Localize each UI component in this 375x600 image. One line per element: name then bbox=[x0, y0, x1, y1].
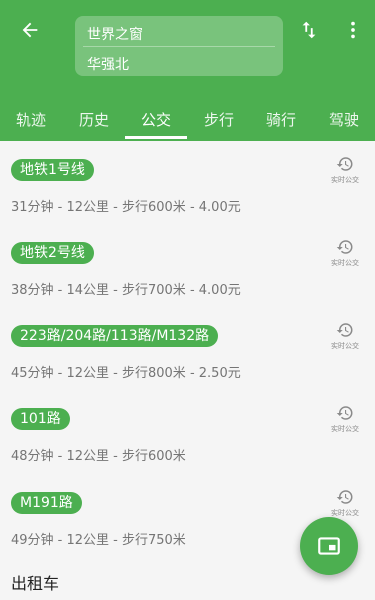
active-tab-indicator bbox=[125, 136, 187, 139]
route-input-box: 世界之窗 华强北 bbox=[75, 16, 283, 76]
history-icon bbox=[336, 490, 353, 504]
route-name-badge: 地铁2号线 bbox=[11, 242, 94, 264]
route-summary: 48分钟 - 12公里 - 步行600米 bbox=[11, 449, 186, 464]
floating-action-button[interactable] bbox=[300, 517, 358, 575]
destination-field[interactable]: 华强北 bbox=[87, 54, 129, 74]
taxi-section-title: 出租车 bbox=[11, 574, 60, 593]
more-vert-icon bbox=[351, 21, 355, 39]
route-item[interactable]: 地铁2号线 38分钟 - 14公里 - 步行700米 - 4.00元 实时公交 bbox=[0, 224, 375, 308]
history-icon bbox=[336, 406, 353, 420]
realtime-label: 实时公交 bbox=[331, 342, 359, 350]
realtime-label: 实时公交 bbox=[331, 259, 359, 267]
route-summary: 38分钟 - 14公里 - 步行700米 - 4.00元 bbox=[11, 283, 241, 298]
realtime-bus-button[interactable]: 实时公交 bbox=[326, 321, 364, 355]
realtime-bus-button[interactable]: 实时公交 bbox=[326, 155, 364, 189]
more-options-button[interactable] bbox=[339, 14, 367, 46]
tab-history[interactable]: 历史 bbox=[63, 98, 125, 141]
swap-button[interactable] bbox=[295, 14, 323, 46]
realtime-label: 实时公交 bbox=[331, 425, 359, 433]
realtime-bus-button[interactable]: 实时公交 bbox=[326, 238, 364, 272]
route-summary: 45分钟 - 12公里 - 步行800米 - 2.50元 bbox=[11, 366, 241, 381]
origin-field[interactable]: 世界之窗 bbox=[87, 24, 143, 44]
route-name-badge: 地铁1号线 bbox=[11, 159, 94, 181]
picture-in-picture-icon bbox=[318, 537, 340, 555]
route-name-badge: M191路 bbox=[11, 492, 82, 514]
arrow-left-icon bbox=[22, 22, 38, 38]
route-name-badge: 223路/204路/113路/M132路 bbox=[11, 325, 219, 347]
history-icon bbox=[336, 240, 353, 254]
route-item[interactable]: 101路 48分钟 - 12公里 - 步行600米 实时公交 bbox=[0, 390, 375, 474]
tab-bike[interactable]: 骑行 bbox=[250, 98, 312, 141]
app-header: 世界之窗 华强北 轨迹 历史 公交 步行 骑行 驾驶 bbox=[0, 0, 375, 141]
realtime-bus-button[interactable]: 实时公交 bbox=[326, 404, 364, 438]
tab-walk[interactable]: 步行 bbox=[188, 98, 250, 141]
route-name-badge: 101路 bbox=[11, 408, 70, 430]
mode-tabs: 轨迹 历史 公交 步行 骑行 驾驶 bbox=[0, 98, 375, 141]
route-summary: 49分钟 - 12公里 - 步行750米 bbox=[11, 533, 186, 548]
route-divider bbox=[83, 46, 275, 47]
realtime-label: 实时公交 bbox=[331, 509, 359, 517]
realtime-label: 实时公交 bbox=[331, 176, 359, 184]
tab-track[interactable]: 轨迹 bbox=[0, 98, 62, 141]
route-item[interactable]: 地铁1号线 31分钟 - 12公里 - 步行600米 - 4.00元 实时公交 bbox=[0, 141, 375, 225]
tab-drive[interactable]: 驾驶 bbox=[313, 98, 375, 141]
route-summary: 31分钟 - 12公里 - 步行600米 - 4.00元 bbox=[11, 200, 241, 215]
back-button[interactable] bbox=[10, 12, 50, 48]
tab-transit[interactable]: 公交 bbox=[125, 98, 187, 141]
route-item[interactable]: 223路/204路/113路/M132路 45分钟 - 12公里 - 步行800… bbox=[0, 307, 375, 391]
history-icon bbox=[336, 323, 353, 337]
history-icon bbox=[336, 157, 353, 171]
swap-vertical-icon bbox=[302, 21, 316, 39]
